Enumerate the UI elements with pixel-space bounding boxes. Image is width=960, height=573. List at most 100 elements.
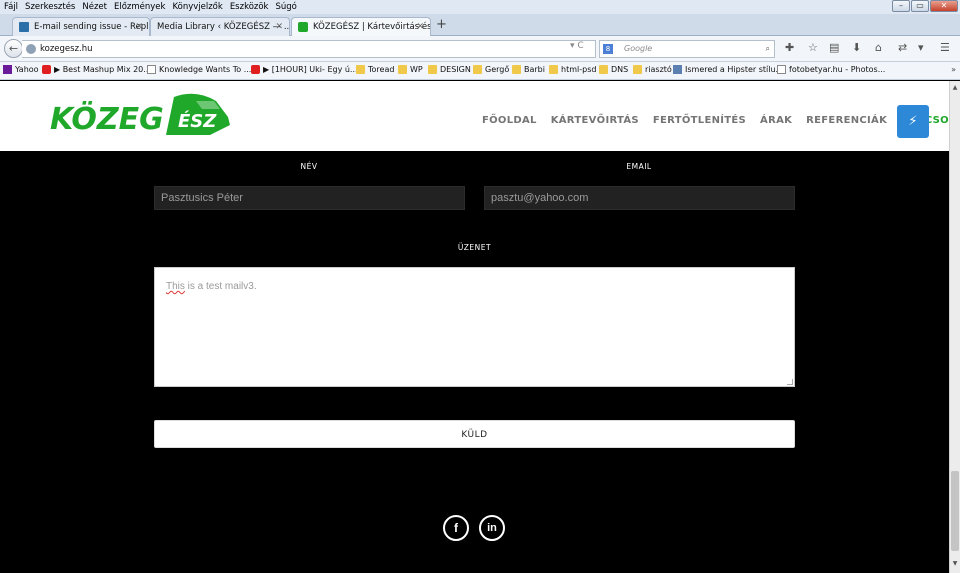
bookmark-item[interactable]: riasztó [633, 65, 672, 74]
bookmark-item[interactable]: DNS [599, 65, 628, 74]
bookmark-label: html-psd [561, 65, 597, 74]
navigation-toolbar: ← kozegesz.hu ▾ C 8 Google ⌕ ✚ ☆ ▤ ⬇ ⌂ ⇄… [0, 36, 960, 62]
google-icon: 8 [603, 44, 613, 54]
extension-icon[interactable]: ⇄ [898, 41, 907, 54]
bookmark-label: Knowledge Wants To ... [159, 65, 252, 74]
nav-referenciak[interactable]: REFERENCIÁK [806, 115, 887, 126]
nav-fertotlenites[interactable]: FERTŐTLENÍTÉS [653, 115, 746, 126]
wordpress-icon [19, 22, 29, 32]
bookmark-label: Yahoo [15, 65, 39, 74]
tab-label: E-mail sending issue - Repl... [34, 22, 150, 32]
menu-view[interactable]: Nézet [82, 2, 107, 12]
chevron-down-icon[interactable]: ▾ [918, 41, 924, 54]
download-icon[interactable]: ⬇ [852, 41, 861, 54]
folder-icon [428, 65, 437, 74]
message-label: ÜZENET [457, 243, 492, 252]
menu-edit[interactable]: Szerkesztés [25, 2, 75, 12]
bookmark-label: Barbi [524, 65, 545, 74]
close-tab-icon[interactable]: ✕ [135, 22, 143, 32]
facebook-icon[interactable]: f [443, 515, 469, 541]
home-icon[interactable]: ⌂ [875, 41, 882, 54]
bookmark-label: ▶ Best Mashup Mix 20... [54, 65, 151, 74]
folder-icon [512, 65, 521, 74]
site-logo[interactable]: KÖZEG ÉSZ [46, 91, 236, 143]
nav-arak[interactable]: ÁRAK [760, 115, 792, 126]
address-bar[interactable]: kozegesz.hu [22, 40, 596, 58]
hamburger-menu-icon[interactable]: ☰ [940, 41, 950, 54]
minimize-button[interactable]: – [892, 0, 910, 12]
page-icon [147, 65, 156, 74]
close-tab-icon[interactable]: ✕ [275, 22, 283, 32]
bookmark-label: WP [410, 65, 423, 74]
close-tab-icon[interactable]: ✕ [416, 22, 424, 32]
menu-file[interactable]: Fájl [4, 2, 18, 12]
bookmark-label: riasztó [645, 65, 672, 74]
tab-strip: E-mail sending issue - Repl... ✕ Media L… [0, 14, 960, 36]
search-icon[interactable]: ⌕ [766, 41, 770, 57]
nav-kartevoirtas[interactable]: KÁRTEVŐIRTÁS [551, 115, 639, 126]
url-text: kozegesz.hu [40, 44, 93, 54]
bookmark-item[interactable]: Yahoo [3, 65, 39, 74]
bookmark-label: Ismered a Hipster stílu... [685, 65, 784, 74]
bookmark-item[interactable]: Barbi [512, 65, 545, 74]
menu-bookmarks[interactable]: Könyvjelzők [172, 2, 222, 12]
puzzle-icon[interactable]: ✚ [785, 41, 794, 54]
name-field[interactable]: Pasztusics Péter [154, 186, 465, 210]
folder-icon [599, 65, 608, 74]
main-navigation: FŐOLDAL KÁRTEVŐIRTÁS FERTŐTLENÍTÉS ÁRAK … [482, 115, 949, 126]
close-window-button[interactable]: ✕ [930, 0, 958, 12]
reload-icon[interactable]: ▾ C [570, 41, 584, 51]
linkedin-icon[interactable]: in [479, 515, 505, 541]
bookmark-item[interactable]: html-psd [549, 65, 596, 74]
message-text: is a test mailv3. [184, 281, 257, 292]
submit-button[interactable]: KÜLD [154, 420, 795, 448]
folder-icon [356, 65, 365, 74]
maximize-button[interactable]: ▭ [911, 0, 929, 12]
logo-esz-mark: ÉSZ [178, 110, 217, 132]
tab-media-library[interactable]: Media Library ‹ KÖZEGÉSZ — ... ✕ [150, 17, 290, 36]
bookmark-item[interactable]: ▶ Best Mashup Mix 20... [42, 65, 151, 74]
search-placeholder: Google [624, 44, 653, 53]
nav-foldal[interactable]: FŐOLDAL [482, 115, 537, 126]
bookmark-item[interactable]: ▶ [1HOUR] Uki- Egy ú... [251, 65, 358, 74]
folder-icon [398, 65, 407, 74]
scroll-down-icon[interactable]: ▼ [950, 559, 960, 569]
scroll-up-icon[interactable]: ▲ [950, 83, 960, 93]
page-scrollbar[interactable]: ▲ ▼ [949, 81, 960, 573]
resize-handle-icon[interactable] [787, 379, 793, 385]
bookmark-label: DNS [611, 65, 629, 74]
name-label: NÉV [300, 162, 318, 171]
new-tab-icon[interactable]: + [436, 17, 447, 32]
clipboard-icon[interactable]: ▤ [829, 41, 839, 54]
message-textarea[interactable]: This is a test mailv3. [154, 267, 795, 387]
menu-help[interactable]: Súgó [275, 2, 296, 12]
bookmarks-overflow-icon[interactable]: » [951, 65, 956, 74]
youtube-icon [251, 65, 260, 74]
lightning-icon[interactable]: ⚡ [897, 105, 929, 138]
menu-tools[interactable]: Eszközök [230, 2, 269, 12]
tab-email-issue[interactable]: E-mail sending issue - Repl... ✕ [12, 17, 150, 36]
menu-history[interactable]: Előzmények [114, 2, 165, 12]
bookmark-item[interactable]: DESIGN [428, 65, 471, 74]
bookmark-item[interactable]: Ismered a Hipster stílu... [673, 65, 783, 74]
misspelled-word: This [166, 281, 185, 292]
tab-kozegesz[interactable]: KÖZEGÉSZ | Kártevőirtás és... ✕ [291, 17, 431, 36]
star-icon[interactable]: ☆ [808, 41, 818, 54]
bookmark-item[interactable]: Toread [356, 65, 394, 74]
logo-wordmark: KÖZEG [50, 100, 164, 137]
email-field[interactable]: pasztu@yahoo.com [484, 186, 795, 210]
search-input[interactable]: 8 Google ⌕ [599, 40, 775, 58]
back-arrow-icon[interactable]: ← [4, 39, 23, 58]
folder-icon [633, 65, 642, 74]
web-page: KÖZEG ÉSZ FŐOLDAL KÁRTEVŐIRTÁS FERTŐTLEN… [0, 81, 949, 573]
bookmark-label: Toread [368, 65, 395, 74]
site-favicon-icon [298, 22, 308, 32]
globe-icon [26, 44, 36, 54]
scroll-thumb[interactable] [951, 471, 959, 551]
bookmark-item[interactable]: WP [398, 65, 423, 74]
bookmark-label: DESIGN [440, 65, 471, 74]
image-icon [673, 65, 682, 74]
bookmark-item[interactable]: Gergő [473, 65, 509, 74]
bookmark-item[interactable]: Knowledge Wants To ... [147, 65, 251, 74]
bookmark-item[interactable]: fotobetyar.hu - Photos... [777, 65, 885, 74]
